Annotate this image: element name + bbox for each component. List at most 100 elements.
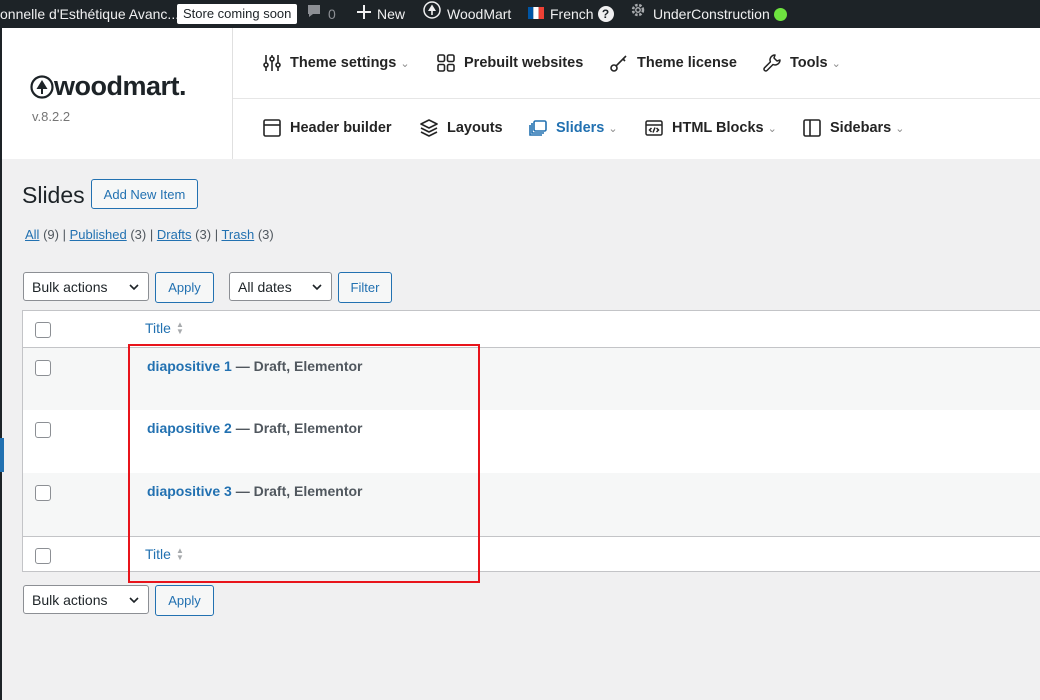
sliders-icon: [263, 55, 281, 71]
new-label: New: [377, 6, 406, 22]
nav-tools[interactable]: Tools ⌄: [762, 53, 841, 73]
filter-separator: |: [214, 227, 219, 242]
language-switcher[interactable]: French ?: [528, 0, 614, 28]
filter-separator: |: [62, 227, 66, 242]
row-post-state: — Draft, Elementor: [231, 420, 363, 436]
apply-button-bottom[interactable]: Apply: [155, 585, 214, 616]
bulk-actions-value: Bulk actions: [32, 278, 108, 295]
row-title-link[interactable]: diapositive 3: [147, 483, 232, 499]
logo-area: woodmart. v.8.2.2: [2, 28, 233, 159]
new-content-link[interactable]: New: [357, 0, 405, 28]
woodmart-tree-icon: [423, 0, 441, 28]
apply-button[interactable]: Apply: [155, 272, 214, 303]
filter-published-link[interactable]: Published: [70, 227, 127, 242]
store-status-link[interactable]: Store coming soon: [177, 0, 298, 28]
filter-all-link[interactable]: All: [25, 227, 39, 242]
nav-theme-settings[interactable]: Theme settings ⌄: [262, 53, 410, 73]
slides-table: Title ▲ ▼ diapositive 1 — Draft, Elemento…: [22, 310, 1040, 572]
under-construction-link[interactable]: UnderConstruction: [629, 0, 787, 28]
chevron-down-icon: [129, 597, 139, 604]
chevron-down-icon: [312, 284, 322, 291]
status-dot: [773, 7, 787, 21]
sort-icon: ▲ ▼: [175, 320, 184, 336]
nav-sliders[interactable]: Sliders ⌄: [528, 118, 618, 138]
status-filter-links: All (9) | Published (3) | Drafts (3) | T…: [25, 227, 274, 242]
plus-icon: [357, 0, 371, 28]
row-checkbox[interactable]: [35, 422, 51, 438]
gear-icon: [629, 0, 647, 28]
filter-drafts-link[interactable]: Drafts: [157, 227, 192, 242]
wrench-icon: [763, 54, 781, 72]
select-all-checkbox-footer[interactable]: [35, 548, 51, 564]
woodmart-menu-link[interactable]: WoodMart: [423, 0, 511, 28]
nav-layouts-label: Layouts: [447, 120, 503, 136]
nav-sidebars-label: Sidebars: [830, 120, 892, 136]
logo-text: woodmart.: [54, 71, 187, 101]
chevron-down-icon: [129, 284, 139, 291]
row-post-state: — Draft, Elementor: [231, 483, 363, 499]
nav-tools-label: Tools: [790, 55, 828, 71]
nav-header-builder[interactable]: Header builder: [262, 118, 392, 138]
nav-row-secondary: Header builder Layouts Sliders ⌄ HTML Bl…: [233, 99, 1040, 159]
woodmart-logo[interactable]: woodmart.: [30, 71, 187, 102]
site-name-label: onnelle d'Esthétique Avanc...: [0, 6, 180, 22]
site-name-link[interactable]: onnelle d'Esthétique Avanc...: [0, 0, 179, 28]
nav-sidebars[interactable]: Sidebars ⌄: [802, 118, 904, 138]
row-title: diapositive 1 — Draft, Elementor: [147, 358, 363, 374]
comments-count: 0: [328, 6, 336, 22]
row-post-state: — Draft, Elementor: [231, 358, 363, 374]
woodmart-logo-icon: [30, 74, 54, 99]
nav-theme-settings-label: Theme settings: [290, 55, 397, 71]
key-icon: [610, 55, 627, 72]
filter-button[interactable]: Filter: [338, 272, 392, 303]
row-title-link[interactable]: diapositive 2: [147, 420, 232, 436]
title-column-label: Title: [145, 320, 171, 336]
add-new-item-button[interactable]: Add New Item: [91, 179, 198, 209]
page-title: Slides: [22, 182, 85, 208]
sidebar-icon: [803, 119, 821, 137]
dates-select[interactable]: All dates: [229, 272, 332, 301]
table-row: diapositive 2 — Draft, Elementor: [23, 410, 1040, 473]
nav-prebuilt-websites-label: Prebuilt websites: [464, 55, 584, 71]
chevron-down-icon: ⌄: [400, 57, 410, 70]
comments-link[interactable]: 0: [306, 0, 336, 28]
row-checkbox[interactable]: [35, 360, 51, 376]
sort-icon: ▲ ▼: [175, 546, 184, 562]
nav-html-blocks[interactable]: HTML Blocks ⌄: [644, 118, 777, 138]
bulk-actions-select[interactable]: Bulk actions: [23, 272, 149, 301]
nav-prebuilt-websites[interactable]: Prebuilt websites: [436, 53, 583, 73]
nav-row-primary: Theme settings ⌄ Prebuilt websites Theme…: [233, 28, 1040, 99]
version-label: v.8.2.2: [32, 109, 71, 124]
filter-trash-link[interactable]: Trash: [221, 227, 254, 242]
row-checkbox[interactable]: [35, 485, 51, 501]
select-all-checkbox[interactable]: [35, 322, 51, 338]
language-label: French: [550, 6, 594, 22]
comment-bubble-icon: [306, 0, 322, 28]
table-footer: Title ▲ ▼: [23, 536, 1040, 573]
chevron-down-icon: ⌄: [895, 122, 905, 135]
chevron-down-icon: ⌄: [767, 122, 777, 135]
woodmart-label: WoodMart: [447, 6, 512, 22]
nav-layouts[interactable]: Layouts: [419, 118, 503, 138]
admin-menu-indicator: [0, 438, 4, 472]
title-column-footer[interactable]: Title ▲ ▼: [145, 546, 184, 562]
bulk-actions-value: Bulk actions: [32, 591, 108, 608]
filter-trash-count: (3): [257, 227, 274, 242]
filter-all-count: (9): [43, 227, 59, 242]
code-block-icon: [645, 120, 663, 136]
row-title: diapositive 3 — Draft, Elementor: [147, 483, 363, 499]
under-construction-label: UnderConstruction: [653, 6, 770, 22]
bulk-actions-select-bottom[interactable]: Bulk actions: [23, 585, 149, 614]
table-header: Title ▲ ▼: [23, 311, 1040, 348]
table-row: diapositive 1 — Draft, Elementor: [23, 348, 1040, 410]
filter-published-count: (3): [130, 227, 147, 242]
help-icon[interactable]: ?: [597, 6, 614, 22]
row-title-link[interactable]: diapositive 1: [147, 358, 232, 374]
nav-theme-license[interactable]: Theme license: [609, 53, 737, 73]
nav-header-builder-label: Header builder: [290, 120, 392, 136]
woodmart-header: woodmart. v.8.2.2 Theme settings ⌄ Prebu…: [2, 28, 1040, 159]
filter-drafts-count: (3): [195, 227, 212, 242]
dates-value: All dates: [238, 278, 292, 295]
grid-icon: [437, 54, 455, 72]
title-column-header[interactable]: Title ▲ ▼: [145, 320, 184, 336]
